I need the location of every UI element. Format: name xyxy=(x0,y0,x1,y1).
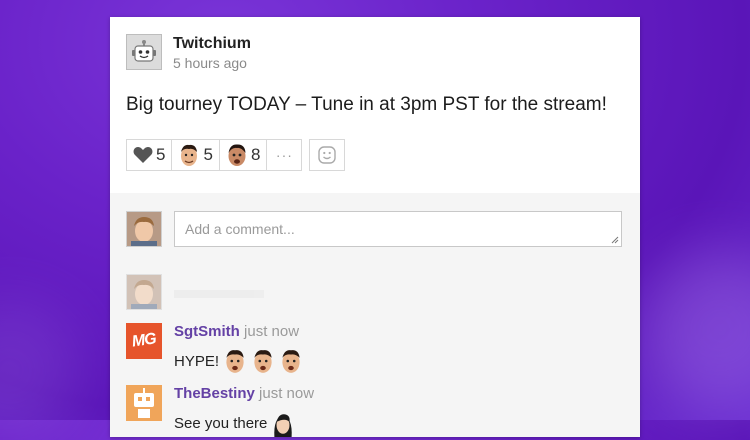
comment-body: SgtSmith just now HYPE! xyxy=(174,323,303,375)
reaction-heart[interactable]: 5 xyxy=(126,139,173,171)
comment-text: See you there xyxy=(174,409,314,437)
comment-message: HYPE! xyxy=(174,352,220,370)
biblethump-emote-icon xyxy=(228,144,246,166)
comment-message: See you there xyxy=(174,414,268,432)
reaction-count: 5 xyxy=(156,145,166,164)
kappa-emote-icon xyxy=(226,350,244,373)
user-photo-icon xyxy=(127,275,161,309)
post-card: Twitchium 5 hours ago Big tourney TODAY … xyxy=(110,17,640,437)
post-timestamp[interactable]: 5 hours ago xyxy=(173,54,251,72)
comment-header: SgtSmith just now xyxy=(174,323,303,341)
reaction-count: 5 xyxy=(203,145,213,164)
reaction-kappa[interactable]: 5 xyxy=(171,139,220,171)
comment-composer: Add a comment... xyxy=(126,211,624,247)
robot-icon xyxy=(132,40,156,62)
current-user-avatar xyxy=(126,211,162,247)
author-block: Twitchium 5 hours ago xyxy=(173,34,251,72)
comment-header: TheBestiny just now xyxy=(174,385,314,403)
add-emote-icon xyxy=(318,146,337,164)
placeholder-line xyxy=(174,290,264,298)
comment-item: MG SgtSmith just now HYPE! xyxy=(126,323,303,375)
reaction-biblethump[interactable]: 8 xyxy=(218,139,268,171)
comment-item: TheBestiny just now See you there xyxy=(126,385,314,437)
comment-input[interactable]: Add a comment... xyxy=(174,211,622,247)
kappa-emote-icon xyxy=(254,350,272,373)
kappa-emote-icon xyxy=(181,144,198,166)
resize-handle-icon[interactable] xyxy=(611,236,619,244)
post: Twitchium 5 hours ago Big tourney TODAY … xyxy=(110,17,640,193)
background-glow xyxy=(640,250,750,410)
comment-author[interactable]: SgtSmith xyxy=(174,323,240,340)
loading-comment xyxy=(126,274,264,310)
commenter-avatar xyxy=(126,274,162,310)
background-glow xyxy=(0,300,80,440)
robot-avatar[interactable] xyxy=(126,385,162,421)
robot-avatar[interactable] xyxy=(126,34,162,70)
robot-icon xyxy=(134,388,154,418)
comments-section: Add a comment... MG SgtSmith just now HY… xyxy=(110,193,640,437)
comment-placeholder: Add a comment... xyxy=(185,221,295,237)
add-reaction-button[interactable] xyxy=(309,139,346,171)
more-reactions-button[interactable]: ··· xyxy=(266,139,303,171)
post-header: Twitchium 5 hours ago xyxy=(126,34,624,72)
comment-text: HYPE! xyxy=(174,347,303,375)
mg-logo-icon: MG xyxy=(130,330,157,351)
post-author[interactable]: Twitchium xyxy=(173,34,251,53)
reaction-count: 8 xyxy=(250,145,261,164)
heart-icon xyxy=(133,147,153,163)
post-message: Big tourney TODAY – Tune in at 3pm PST f… xyxy=(126,94,607,115)
kappa-emote-icon xyxy=(282,350,300,373)
comment-time: just now xyxy=(259,385,315,402)
mg-logo-avatar[interactable]: MG xyxy=(126,323,162,359)
comment-author[interactable]: TheBestiny xyxy=(174,385,255,402)
comment-time: just now xyxy=(244,323,300,340)
comment-body: TheBestiny just now See you there xyxy=(174,385,314,437)
reaction-bar: 5 5 8 ··· xyxy=(126,139,624,171)
face-emote-icon xyxy=(274,414,293,437)
user-photo-icon xyxy=(127,212,161,246)
